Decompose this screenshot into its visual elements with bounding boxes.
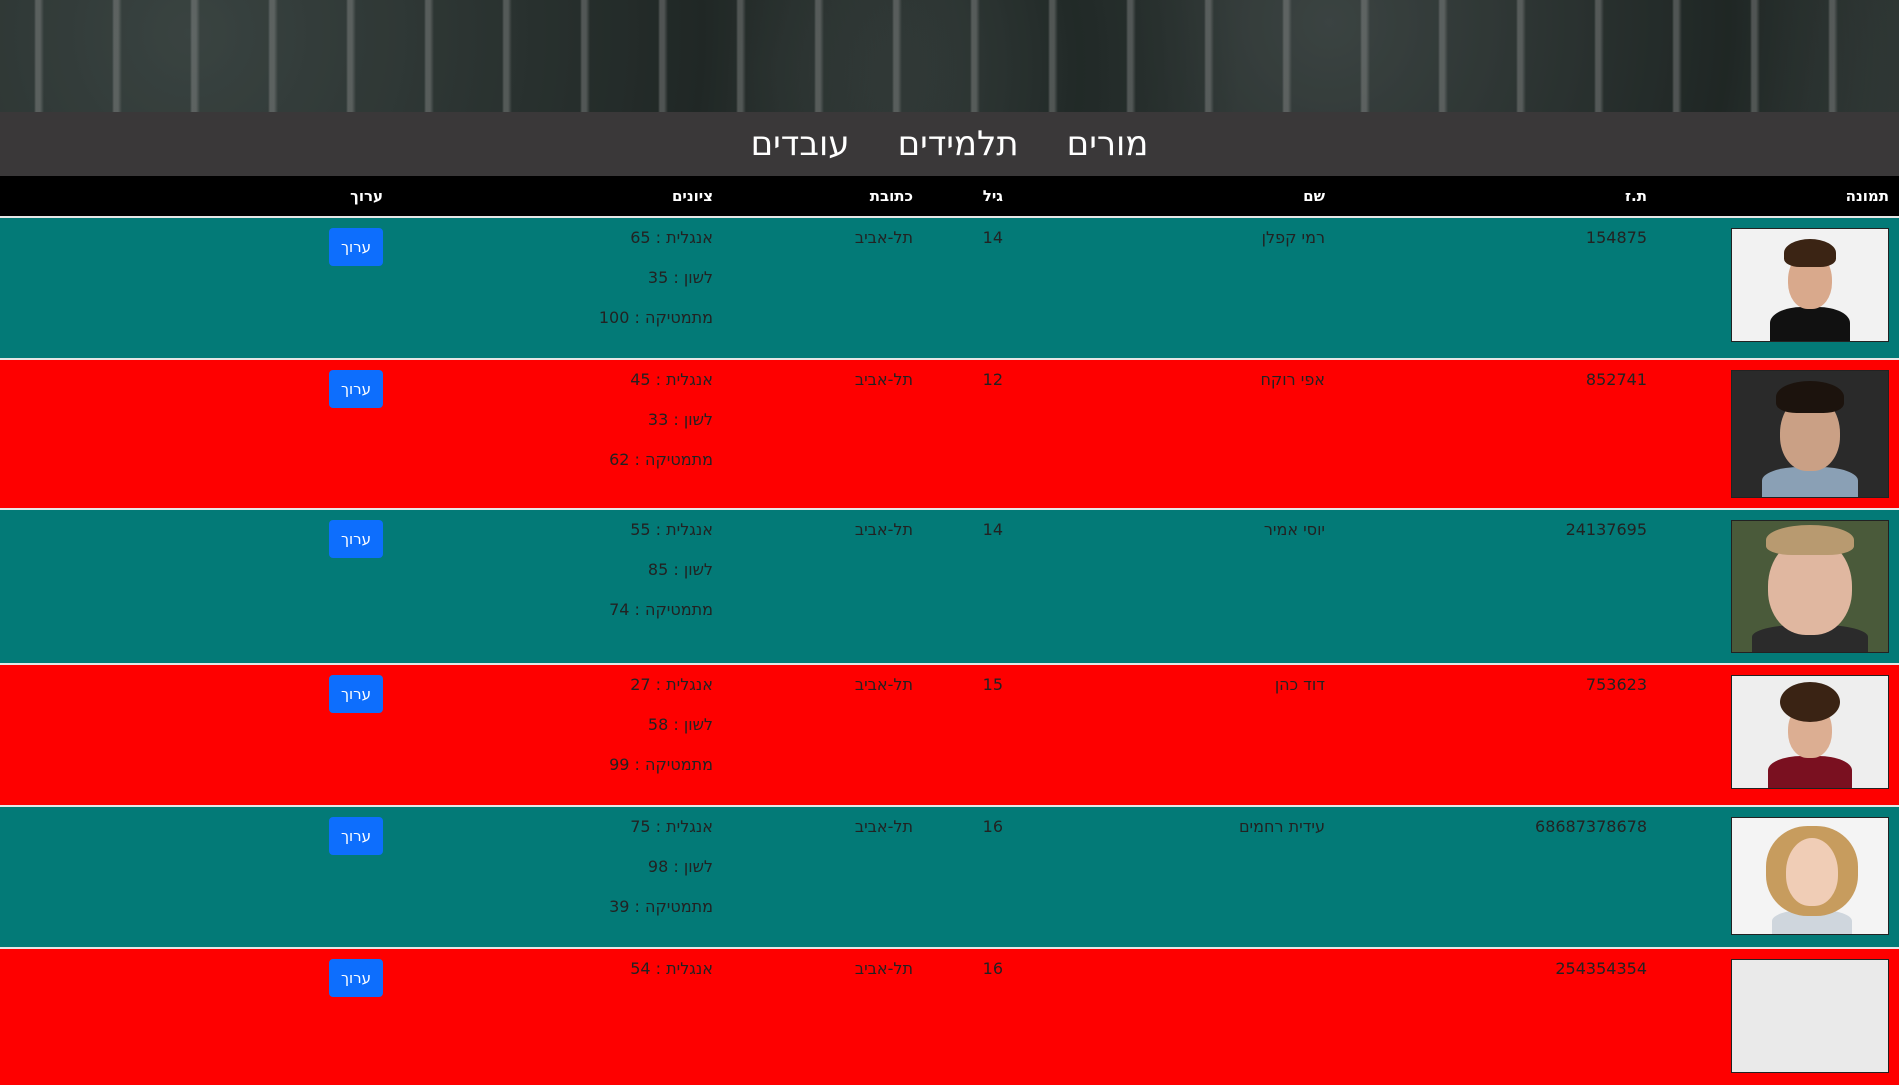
student-photo bbox=[1731, 675, 1889, 789]
table-row: 254354354 16 תל-אביב אנגלית : 54 ערוך bbox=[0, 948, 1899, 1085]
grade-hebrew: לשון : 98 bbox=[647, 857, 713, 876]
grade-english: אנגלית : 65 bbox=[630, 228, 713, 247]
photo-cell bbox=[1657, 359, 1899, 509]
table-row: 753623 דוד כהן 15 תל-אביב אנגלית : 27 לש… bbox=[0, 664, 1899, 806]
header-edit: ערוך bbox=[0, 176, 393, 217]
grade-english: אנגלית : 45 bbox=[630, 370, 713, 389]
student-photo bbox=[1731, 959, 1889, 1073]
grade-hebrew: לשון : 33 bbox=[647, 410, 713, 429]
address-cell: תל-אביב bbox=[854, 675, 913, 694]
address-cell: תל-אביב bbox=[854, 520, 913, 539]
edit-button[interactable]: ערוך bbox=[329, 817, 383, 855]
table-header-row: תמונה ת.ז שם גיל כתובת ציונים ערוך bbox=[0, 176, 1899, 217]
name-cell: רמי קפלן bbox=[1261, 228, 1325, 247]
grades-cell: אנגלית : 27 לשון : 58 מתמטיקה : 99 bbox=[393, 664, 723, 806]
header-address: כתובת bbox=[723, 176, 923, 217]
age-cell: 15 bbox=[982, 675, 1003, 694]
grade-math: מתמטיקה : 62 bbox=[609, 450, 713, 469]
age-cell: 14 bbox=[982, 228, 1003, 247]
table-row: 154875 רמי קפלן 14 תל-אביב אנגלית : 65 ל… bbox=[0, 217, 1899, 359]
id-cell: 24137695 bbox=[1565, 520, 1647, 539]
address-cell: תל-אביב bbox=[854, 959, 913, 978]
grades-cell: אנגלית : 75 לשון : 98 מתמטיקה : 39 bbox=[393, 806, 723, 948]
table-row: 852741 אפי רוקח 12 תל-אביב אנגלית : 45 ל… bbox=[0, 359, 1899, 509]
grade-math: מתמטיקה : 39 bbox=[609, 897, 713, 916]
grade-english: אנגלית : 75 bbox=[630, 817, 713, 836]
grade-math: מתמטיקה : 74 bbox=[609, 600, 713, 619]
edit-button[interactable]: ערוך bbox=[329, 959, 383, 997]
table-row: 24137695 יוסי אמיר 14 תל-אביב אנגלית : 5… bbox=[0, 509, 1899, 664]
student-photo bbox=[1731, 370, 1889, 498]
id-cell: 254354354 bbox=[1555, 959, 1647, 978]
edit-cell: ערוך bbox=[0, 806, 393, 948]
age-cell: 12 bbox=[982, 370, 1003, 389]
photo-cell bbox=[1657, 664, 1899, 806]
nav-link-teachers[interactable]: מורים bbox=[1067, 124, 1149, 164]
header-age: גיל bbox=[923, 176, 1013, 217]
header-grades: ציונים bbox=[393, 176, 723, 217]
table-row: 68687378678 עידית רחמים 16 תל-אביב אנגלי… bbox=[0, 806, 1899, 948]
edit-button[interactable]: ערוך bbox=[329, 675, 383, 713]
address-cell: תל-אביב bbox=[854, 370, 913, 389]
nav-link-workers[interactable]: עובדים bbox=[751, 124, 850, 164]
grade-hebrew: לשון : 85 bbox=[647, 560, 713, 579]
grade-hebrew: לשון : 58 bbox=[647, 715, 713, 734]
age-cell: 16 bbox=[982, 817, 1003, 836]
age-cell: 16 bbox=[982, 959, 1003, 978]
id-cell: 68687378678 bbox=[1535, 817, 1647, 836]
header-photo: תמונה bbox=[1657, 176, 1899, 217]
graduation-banner-image bbox=[0, 0, 1899, 112]
photo-cell bbox=[1657, 509, 1899, 664]
grade-hebrew: לשון : 35 bbox=[647, 268, 713, 287]
id-cell: 154875 bbox=[1585, 228, 1647, 247]
age-cell: 14 bbox=[982, 520, 1003, 539]
grade-math: מתמטיקה : 100 bbox=[598, 308, 713, 327]
id-cell: 753623 bbox=[1585, 675, 1647, 694]
name-cell: עידית רחמים bbox=[1238, 817, 1325, 836]
photo-cell bbox=[1657, 806, 1899, 948]
name-cell: אפי רוקח bbox=[1260, 370, 1325, 389]
grade-english: אנגלית : 55 bbox=[630, 520, 713, 539]
edit-button[interactable]: ערוך bbox=[329, 520, 383, 558]
nav-link-students[interactable]: תלמידים bbox=[898, 124, 1019, 164]
grade-math: מתמטיקה : 99 bbox=[609, 755, 713, 774]
student-photo bbox=[1731, 228, 1889, 342]
edit-cell: ערוך bbox=[0, 509, 393, 664]
edit-cell: ערוך bbox=[0, 948, 393, 1085]
grades-cell: אנגלית : 45 לשון : 33 מתמטיקה : 62 bbox=[393, 359, 723, 509]
photo-cell bbox=[1657, 948, 1899, 1085]
students-table: תמונה ת.ז שם גיל כתובת ציונים ערוך 15487… bbox=[0, 176, 1899, 1085]
edit-button[interactable]: ערוך bbox=[329, 370, 383, 408]
edit-cell: ערוך bbox=[0, 359, 393, 509]
grade-english: אנגלית : 27 bbox=[630, 675, 713, 694]
photo-cell bbox=[1657, 217, 1899, 359]
grade-english: אנגלית : 54 bbox=[630, 959, 713, 978]
address-cell: תל-אביב bbox=[854, 228, 913, 247]
student-photo bbox=[1731, 817, 1889, 935]
name-cell: יוסי אמיר bbox=[1263, 520, 1325, 539]
id-cell: 852741 bbox=[1585, 370, 1647, 389]
student-photo bbox=[1731, 520, 1889, 653]
main-nav: מורים תלמידים עובדים bbox=[0, 112, 1899, 176]
grades-cell: אנגלית : 54 bbox=[393, 948, 723, 1085]
name-cell: דוד כהן bbox=[1274, 675, 1325, 694]
edit-cell: ערוך bbox=[0, 217, 393, 359]
grades-cell: אנגלית : 65 לשון : 35 מתמטיקה : 100 bbox=[393, 217, 723, 359]
address-cell: תל-אביב bbox=[854, 817, 913, 836]
grades-cell: אנגלית : 55 לשון : 85 מתמטיקה : 74 bbox=[393, 509, 723, 664]
name-cell bbox=[1013, 948, 1335, 1085]
edit-button[interactable]: ערוך bbox=[329, 228, 383, 266]
header-name: שם bbox=[1013, 176, 1335, 217]
header-id: ת.ז bbox=[1335, 176, 1657, 217]
edit-cell: ערוך bbox=[0, 664, 393, 806]
